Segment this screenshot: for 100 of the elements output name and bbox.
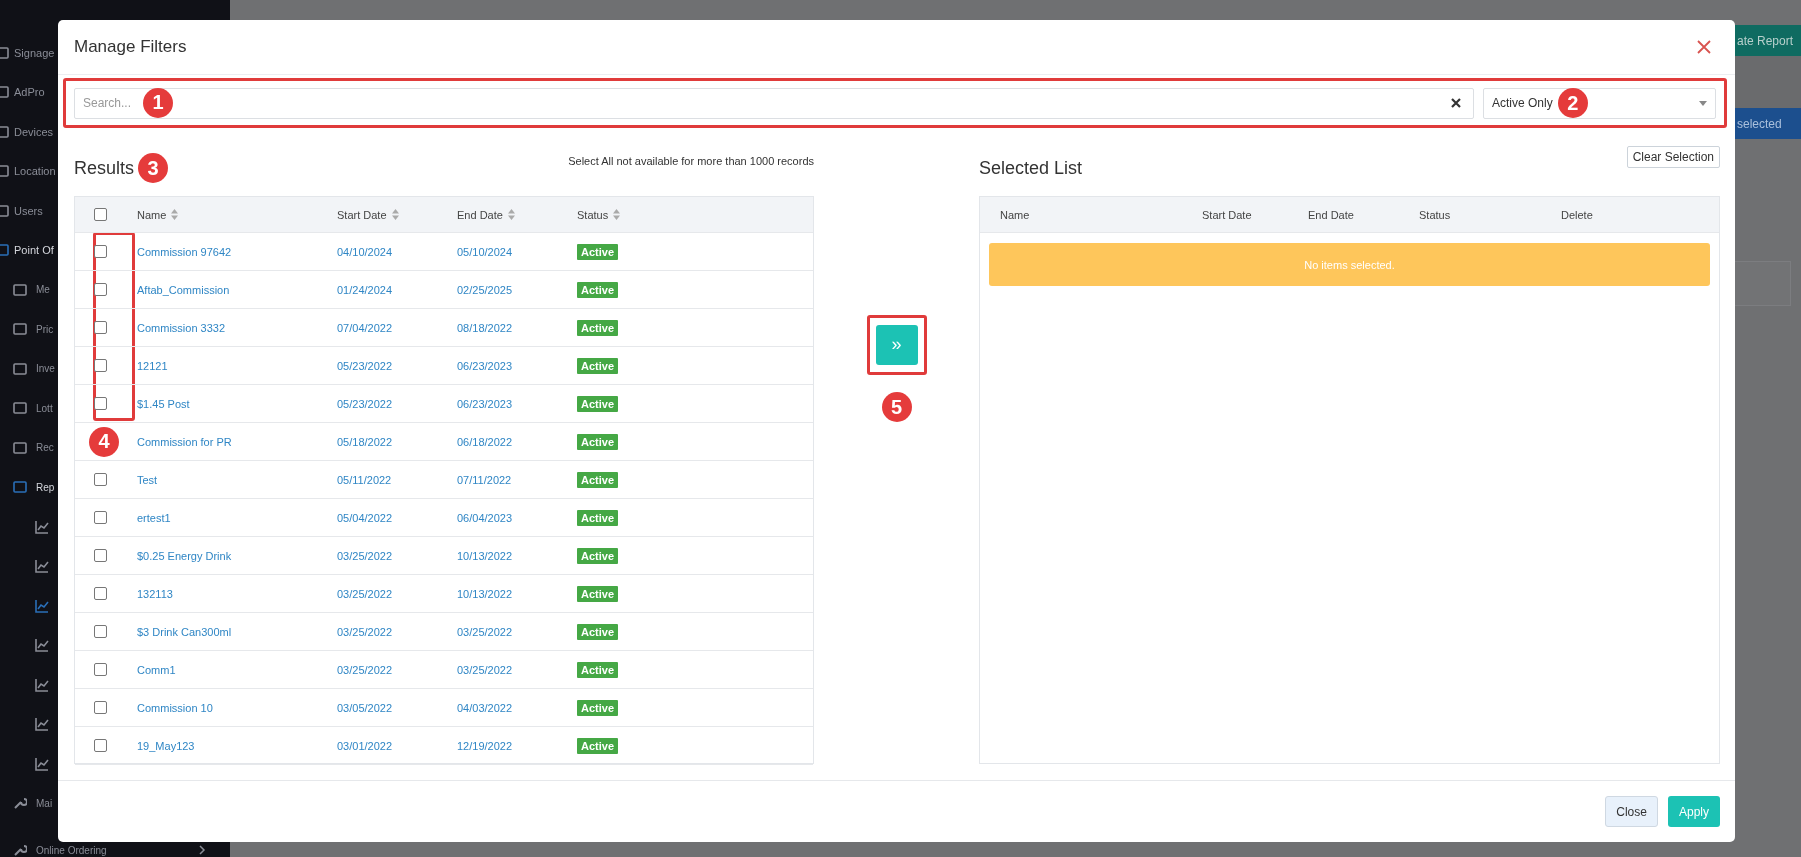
table-cell: 10/13/2022 — [457, 587, 513, 600]
annotation-marker: 3 — [138, 153, 169, 183]
chart-icon[interactable] — [35, 598, 49, 613]
column-header[interactable]: Start Date — [337, 208, 387, 221]
menu-item[interactable]: Inve — [36, 363, 55, 375]
column-header[interactable]: Name — [137, 208, 167, 221]
chart-icon[interactable] — [35, 559, 49, 574]
annotation-marker: 5 — [881, 392, 912, 422]
column-header: Status — [1419, 208, 1451, 221]
menu-item[interactable]: Mai — [36, 797, 53, 809]
table-cell: 01/24/2024 — [337, 283, 393, 296]
section-title: Results — [74, 157, 135, 179]
filter-name-link[interactable]: Aftab_Commission — [137, 283, 230, 296]
table-cell: 03/25/2022 — [337, 625, 393, 638]
filter-name-link[interactable]: Commission 10 — [137, 701, 213, 714]
table-cell: 05/23/2022 — [337, 397, 393, 410]
menu-item[interactable]: Lott — [36, 402, 53, 414]
chart-icon[interactable] — [35, 677, 49, 692]
status-badge: Active — [577, 585, 619, 602]
info-text: Select All not available for more than 1000 records — [568, 155, 814, 167]
filter-name-link[interactable]: Commission for PR — [137, 435, 232, 448]
row-checkbox[interactable] — [94, 283, 107, 296]
table-cell: 06/04/2023 — [457, 511, 513, 524]
filter-name-link[interactable]: ertest1 — [137, 511, 171, 524]
select-all-checkbox[interactable] — [94, 208, 107, 221]
close-button[interactable]: Close — [1605, 796, 1658, 827]
menu-item[interactable]: Online Ordering — [36, 844, 107, 856]
menu-item[interactable]: Rec — [36, 442, 54, 454]
table-cell: 05/10/2024 — [457, 245, 513, 258]
filter-name-link[interactable]: Comm1 — [137, 663, 176, 676]
menu-item[interactable]: Me — [36, 284, 50, 296]
row-checkbox[interactable] — [94, 701, 107, 714]
status-badge: Active — [577, 547, 619, 564]
menu-item[interactable]: Pric — [36, 323, 54, 335]
filter-name-link[interactable]: Test — [137, 473, 158, 486]
column-header[interactable]: End Date — [457, 208, 503, 221]
caret-icon — [1699, 100, 1707, 106]
status-badge: Active — [577, 509, 619, 526]
menu-item[interactable]: AdPro — [14, 86, 45, 99]
filter-name-link[interactable]: 132113 — [137, 587, 173, 600]
row-checkbox[interactable] — [94, 511, 107, 524]
row-checkbox[interactable] — [94, 245, 107, 258]
filter-name-link[interactable]: $1.45 Post — [137, 397, 190, 410]
column-header: Name — [1000, 208, 1030, 221]
table-cell: 07/04/2022 — [337, 321, 393, 334]
table-cell: 04/03/2022 — [457, 701, 513, 714]
menu-item[interactable]: Rep — [36, 481, 55, 493]
status-badge: Active — [577, 661, 619, 678]
row-checkbox[interactable] — [94, 397, 107, 410]
row-checkbox[interactable] — [94, 625, 107, 638]
close-icon[interactable] — [1697, 40, 1711, 54]
column-header: Start Date — [1202, 208, 1252, 221]
menu-item[interactable]: Devices — [14, 125, 54, 138]
row-checkbox[interactable] — [94, 321, 107, 334]
status-badge: Active — [577, 281, 619, 298]
section-title: Selected List — [979, 157, 1083, 179]
selected-button[interactable]: selected — [1735, 108, 1801, 139]
row-checkbox[interactable] — [94, 587, 107, 600]
filter-name-link[interactable]: 19_May123 — [137, 739, 195, 752]
table-cell: 05/04/2022 — [337, 511, 393, 524]
status-badge: Active — [577, 357, 619, 374]
table-cell: 05/23/2022 — [337, 359, 393, 372]
card-background — [1733, 261, 1791, 306]
status-badge: Active — [577, 243, 619, 260]
table-cell: 03/25/2022 — [457, 625, 513, 638]
table-cell: 06/23/2023 — [457, 359, 513, 372]
menu-item[interactable]: Users — [14, 204, 43, 217]
filter-name-link[interactable]: 12121 — [137, 359, 168, 372]
filter-name-link[interactable]: $0.25 Energy Drink — [137, 549, 232, 562]
chart-icon[interactable] — [35, 717, 49, 732]
table-cell: 03/25/2022 — [457, 663, 513, 676]
row-checkbox[interactable] — [94, 739, 107, 752]
menu-item[interactable]: Point Of — [14, 244, 54, 257]
filter-name-link[interactable]: Commission 3332 — [137, 321, 226, 334]
status-badge: Active — [577, 737, 619, 754]
row-checkbox[interactable] — [94, 663, 107, 676]
table-cell: 03/25/2022 — [337, 663, 393, 676]
status-badge: Active — [577, 433, 619, 450]
clear-selection-button[interactable]: Clear Selection — [1626, 146, 1720, 168]
table-cell: 06/23/2023 — [457, 397, 513, 410]
filter-name-link[interactable]: Commission 97642 — [137, 245, 232, 258]
status-dropdown[interactable]: Active Only 2 — [1483, 87, 1716, 119]
chart-icon[interactable] — [35, 638, 49, 653]
row-checkbox[interactable] — [94, 549, 107, 562]
status-badge: Active — [577, 395, 619, 412]
chart-icon[interactable] — [35, 519, 49, 534]
row-checkbox[interactable] — [94, 473, 107, 486]
table-cell: 02/25/2025 — [457, 283, 513, 296]
column-header: End Date — [1308, 208, 1354, 221]
clear-icon[interactable] — [1451, 97, 1461, 108]
chart-icon[interactable] — [35, 756, 49, 771]
report-button[interactable]: ate Report — [1735, 25, 1801, 56]
row-checkbox[interactable] — [94, 359, 107, 372]
table-cell: 03/25/2022 — [337, 549, 393, 562]
menu-item[interactable]: Location — [14, 165, 56, 178]
filter-name-link[interactable]: $3 Drink Can300ml — [137, 625, 232, 638]
column-header[interactable]: Status — [577, 208, 609, 221]
table-cell: 03/05/2022 — [337, 701, 393, 714]
table-cell: 06/18/2022 — [457, 435, 513, 448]
menu-item[interactable]: Signage — [14, 46, 55, 59]
